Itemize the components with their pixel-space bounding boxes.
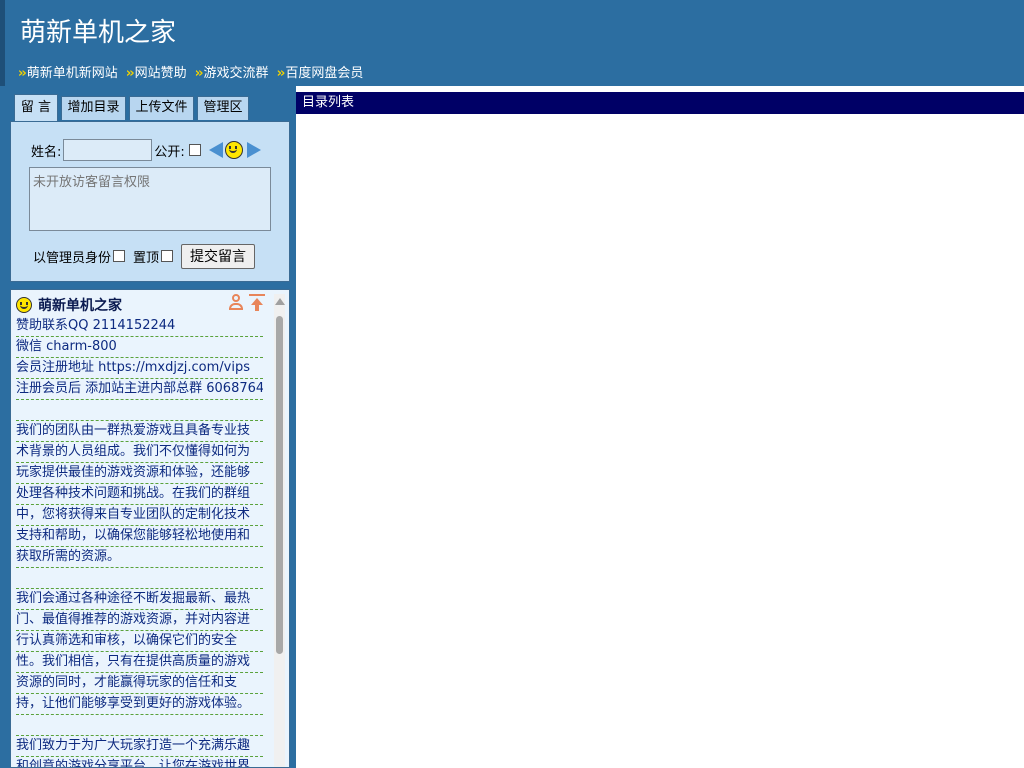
nav-arrow-icon: ››	[18, 66, 27, 81]
post-line: 和创意的游戏分享平台，让您在游戏世界	[16, 757, 263, 767]
name-label: 姓名:	[31, 144, 62, 160]
nav-link-baidu-vip[interactable]: 百度网盘会员	[285, 66, 363, 81]
nav-link-new-site[interactable]: 萌新单机新网站	[27, 66, 118, 81]
pin-checkbox[interactable]	[161, 250, 174, 262]
public-checkbox[interactable]	[188, 144, 201, 156]
nav-arrow-icon: ››	[276, 66, 286, 81]
post-line: 资源的同时，才能赢得玩家的信任和支	[16, 673, 263, 694]
post-line: 持，让他们能够享受到更好的游戏体验。	[16, 694, 263, 715]
post-line: 我们致力于为广大玩家打造一个充满乐趣	[16, 736, 263, 757]
submit-message-button[interactable]: 提交留言	[181, 243, 256, 269]
post-line: 玩家提供最佳的游戏资源和体验，还能够	[16, 463, 263, 484]
prev-emoji-icon[interactable]	[208, 142, 223, 158]
post-scrollbar[interactable]	[274, 294, 285, 767]
post-line: 我们会通过各种途径不断发掘最新、最热	[16, 589, 263, 610]
message-form-panel: 姓名: 公开: 以管理员身份 置顶 提交留言	[10, 121, 290, 282]
top-nav: ›› 萌新单机新网站 ›› 网站赞助 ›› 游戏交流群 ›› 百度网盘会员	[18, 62, 367, 81]
nav-link-sponsor[interactable]: 网站赞助	[135, 66, 187, 81]
post-line: 支持和帮助，以确保您能够轻松地使用和	[16, 526, 263, 547]
scroll-up-icon[interactable]	[275, 298, 285, 305]
tab-add-directory[interactable]: 增加目录	[61, 96, 126, 120]
next-emoji-icon[interactable]	[246, 142, 261, 158]
admin-label: 以管理员身份	[33, 250, 112, 266]
post-line: 行认真筛选和审核，以确保它们的安全	[16, 631, 263, 652]
public-label: 公开:	[154, 144, 185, 160]
admin-checkbox[interactable]	[113, 250, 126, 262]
site-title: 萌新单机之家	[20, 18, 177, 48]
smiley-emoji-icon[interactable]	[224, 141, 243, 159]
nav-link-game-group[interactable]: 游戏交流群	[203, 66, 268, 81]
post-line: 赞助联系QQ 2114152244	[16, 316, 263, 337]
post-line: 我们的团队由一群热爱游戏且具备专业技	[16, 421, 263, 442]
nav-arrow-icon: ››	[194, 66, 204, 81]
post-actions	[229, 294, 265, 312]
post-line: 会员注册地址 https://mxdjzj.com/vips	[16, 358, 263, 379]
scrollbar-thumb[interactable]	[276, 316, 283, 654]
tab-admin[interactable]: 管理区	[197, 96, 249, 120]
site-header: 萌新单机之家 ›› 萌新单机新网站 ›› 网站赞助 ›› 游戏交流群 ›› 百度网盘会员	[0, 0, 1024, 86]
post-line: 中，您将获得来自专业团队的定制化技术	[16, 505, 263, 526]
post-line	[16, 568, 263, 589]
smiley-icon	[16, 297, 32, 313]
post-line: 术背景的人员组成。我们不仅懂得如何为	[16, 442, 263, 463]
post-line: 门、最值得推荐的游戏资源，并对内容进	[16, 610, 263, 631]
post-line: 注册会员后 添加站主进内部总群 6068764	[16, 379, 263, 400]
user-icon[interactable]	[229, 294, 243, 310]
message-list-panel: 萌新单机之家 赞助联系QQ 2114152244 微信 charm-800 会员注册…	[10, 289, 290, 768]
post-author: 萌新单机之家	[38, 298, 122, 314]
name-input[interactable]	[63, 139, 153, 161]
message-textarea[interactable]	[29, 167, 271, 231]
directory-list-header: 目录列表	[296, 92, 1024, 114]
post-line	[16, 400, 263, 421]
nav-arrow-icon: ››	[125, 66, 135, 81]
post-line	[16, 715, 263, 736]
pin-label: 置顶	[133, 250, 160, 266]
post-header: 萌新单机之家	[16, 294, 122, 316]
post-line: 微信 charm-800	[16, 337, 263, 358]
post-content: 赞助联系QQ 2114152244 微信 charm-800 会员注册地址 http…	[16, 316, 263, 767]
post-line: 性。我们相信，只有在提供高质量的游戏	[16, 652, 263, 673]
tab-upload-file[interactable]: 上传文件	[129, 96, 194, 120]
post-line: 获取所需的资源。	[16, 547, 263, 568]
tab-message[interactable]: 留 言	[14, 94, 58, 122]
post-line: 处理各种技术问题和挑战。在我们的群组	[16, 484, 263, 505]
pin-top-icon[interactable]	[249, 294, 265, 312]
